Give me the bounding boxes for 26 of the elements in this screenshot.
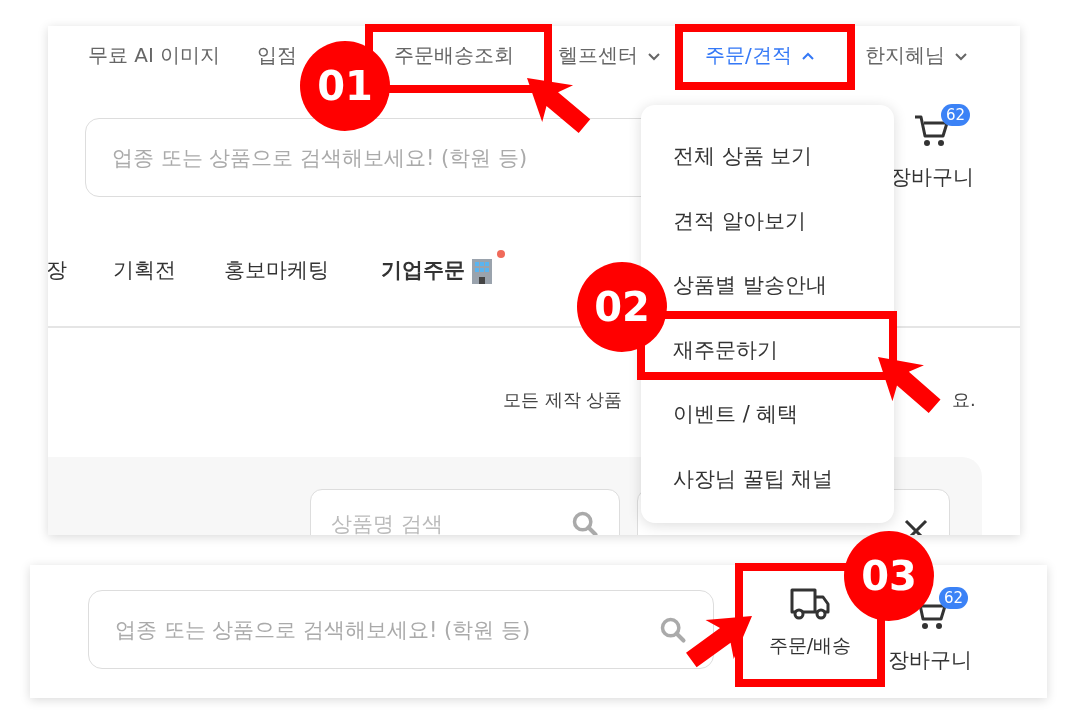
nav-link[interactable]: 한지혜님 <box>865 42 969 69</box>
menu-item[interactable]: 재주문하기 <box>673 334 778 365</box>
count-badge: 62 <box>940 104 970 126</box>
menu-item[interactable]: 상품별 발송안내 <box>673 270 827 300</box>
category-link[interactable]: 홍보마케팅 <box>224 256 329 284</box>
nav-link[interactable]: 주문/견적 <box>705 42 816 69</box>
nav-link[interactable]: 주문배송조회 <box>394 42 514 69</box>
category-link[interactable]: 기업주문 <box>381 256 465 284</box>
nav-link[interactable]: 입점 <box>257 42 297 69</box>
cart-label[interactable]: 장바구니 <box>888 646 972 674</box>
menu-item[interactable]: 견적 알아보기 <box>673 205 806 236</box>
order-label[interactable]: 주문/배송 <box>768 633 852 659</box>
nav-link[interactable]: 무료 AI 이미지 <box>88 42 221 69</box>
cart-label[interactable]: 장바구니 <box>890 163 974 191</box>
new-dot <box>497 250 505 258</box>
search-icon[interactable] <box>659 615 687 644</box>
building-icon <box>469 256 495 284</box>
notice-text: 요. <box>952 388 976 412</box>
category-link[interactable]: 기획전 <box>113 256 176 284</box>
category-link[interactable]: 장 <box>48 256 67 284</box>
nav-link[interactable]: 헬프센터 <box>558 42 662 69</box>
menu-item[interactable]: 사장님 꿀팁 채널 <box>673 463 834 494</box>
search-icon[interactable] <box>571 510 599 535</box>
menu-item[interactable]: 이벤트 / 혜택 <box>673 399 799 429</box>
count-badge: 62 <box>938 587 968 609</box>
notice-text: 모든 제작 상품 <box>503 388 623 412</box>
